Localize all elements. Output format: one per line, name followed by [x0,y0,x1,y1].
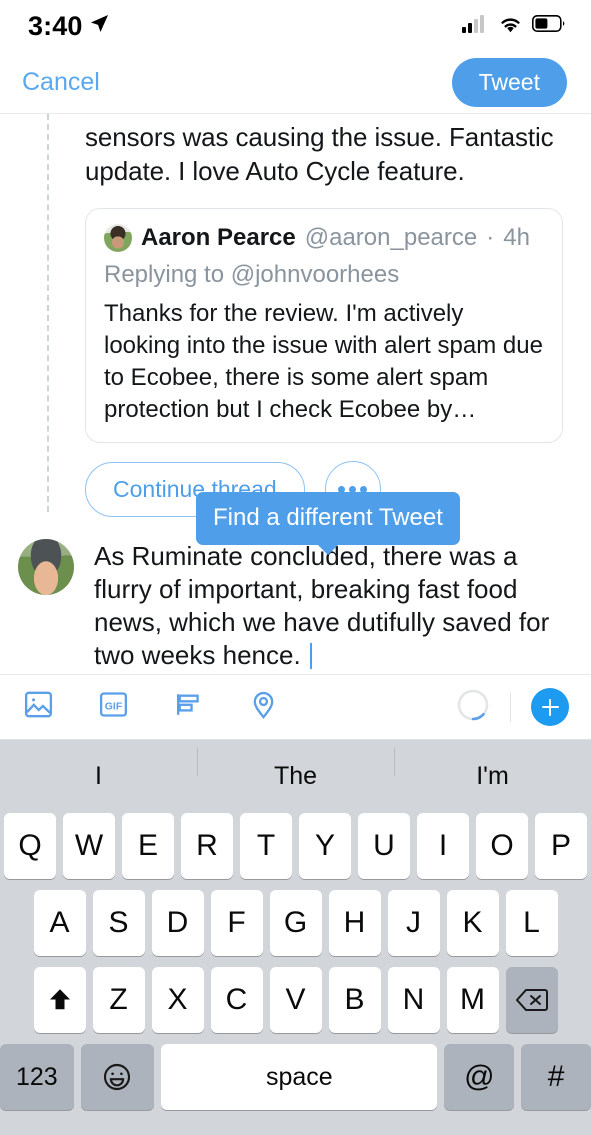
toolbar-right [456,688,569,727]
prediction-0[interactable]: I [0,762,197,791]
compose-toolbar: GIF [0,674,591,740]
cancel-button[interactable]: Cancel [22,68,100,97]
key-q[interactable]: Q [4,813,56,879]
space-key[interactable]: space [161,1044,438,1110]
key-j[interactable]: J [387,890,440,956]
backspace-key[interactable] [505,967,558,1033]
key-h[interactable]: H [328,890,381,956]
at-key[interactable]: @ [444,1044,515,1110]
key-o[interactable]: O [476,813,528,879]
key-c[interactable]: C [210,967,263,1033]
quoted-replying-to: Replying to @johnvoorhees [104,261,400,288]
quoted-separator: · [486,224,495,251]
quoted-tweet-body: Thanks for the review. I'm actively look… [104,300,543,423]
key-k[interactable]: K [446,890,499,956]
keyboard-row-3: Z X C V B N M [0,967,591,1033]
status-bar-right [462,14,565,38]
prediction-2[interactable]: I'm [394,748,591,791]
key-f[interactable]: F [210,890,263,956]
quoted-timestamp: 4h [503,224,530,251]
prediction-1[interactable]: The [197,748,394,791]
quoted-author-avatar [104,224,132,252]
key-d[interactable]: D [151,890,204,956]
quoted-tweet-card[interactable]: Aaron Pearce @aaron_pearce · 4h Replying… [85,208,563,443]
keyboard-row-1: Q W E R T Y U I O P [0,813,591,879]
key-z[interactable]: Z [92,967,145,1033]
keyboard-row-2: A S D F G H J K L [0,890,591,956]
predictive-text-bar: I The I'm [0,740,591,813]
key-b[interactable]: B [328,967,381,1033]
key-u[interactable]: U [358,813,410,879]
key-r[interactable]: R [181,813,233,879]
avatar [18,539,74,595]
status-time: 3:40 [28,10,83,41]
keyboard-row-4: 123 space @ # [0,1044,591,1110]
key-i[interactable]: I [417,813,469,879]
location-arrow-icon [90,14,109,38]
numbers-key[interactable]: 123 [0,1044,74,1110]
hash-key[interactable]: # [521,1044,591,1110]
previous-tweet-text: sensors was causing the issue. Fantastic… [85,122,554,186]
battery-icon [532,15,565,37]
compose-textarea[interactable]: As Ruminate concluded, there was a flurr… [94,539,565,672]
status-bar-left: 3:40 [28,11,109,42]
thread-connector-line [47,114,49,512]
key-a[interactable]: A [33,890,86,956]
cellular-signal-icon [462,14,489,38]
nav-bar: Cancel Tweet [0,52,591,114]
location-icon[interactable] [247,688,280,726]
photo-icon[interactable] [22,688,55,726]
toolbar-media-buttons: GIF [22,688,280,726]
key-y[interactable]: Y [299,813,351,879]
key-s[interactable]: S [92,890,145,956]
compose-text: As Ruminate concluded, there was a flurr… [94,541,550,670]
key-w[interactable]: W [63,813,115,879]
gif-icon[interactable]: GIF [97,688,130,726]
quoted-author-name: Aaron Pearce [141,224,296,251]
key-e[interactable]: E [122,813,174,879]
key-x[interactable]: X [151,967,204,1033]
shift-key[interactable] [33,967,86,1033]
wifi-icon [498,15,523,38]
on-screen-keyboard: I The I'm Q W E R T Y U I O P A S D F G … [0,740,591,1135]
key-m[interactable]: M [446,967,499,1033]
tweet-button[interactable]: Tweet [451,58,567,107]
key-t[interactable]: T [240,813,292,879]
text-cursor [309,643,312,669]
poll-icon[interactable] [172,688,205,726]
emoji-key[interactable] [80,1044,155,1110]
previous-tweet: sensors was causing the issue. Fantastic… [0,120,591,188]
compose-scroll-area[interactable]: sensors was causing the issue. Fantastic… [0,114,591,676]
key-l[interactable]: L [505,890,558,956]
status-bar: 3:40 [0,0,591,52]
svg-text:GIF: GIF [105,701,122,712]
quoted-author-handle: @aaron_pearce [304,224,478,251]
quoted-tweet-header: Aaron Pearce @aaron_pearce · 4h [104,224,544,252]
key-g[interactable]: G [269,890,322,956]
key-p[interactable]: P [535,813,587,879]
character-count-ring [456,688,490,727]
key-n[interactable]: N [387,967,440,1033]
toolbar-divider [510,692,511,722]
add-tweet-button[interactable] [531,688,569,726]
find-different-tweet-tooltip[interactable]: Find a different Tweet [196,492,460,555]
key-v[interactable]: V [269,967,322,1033]
